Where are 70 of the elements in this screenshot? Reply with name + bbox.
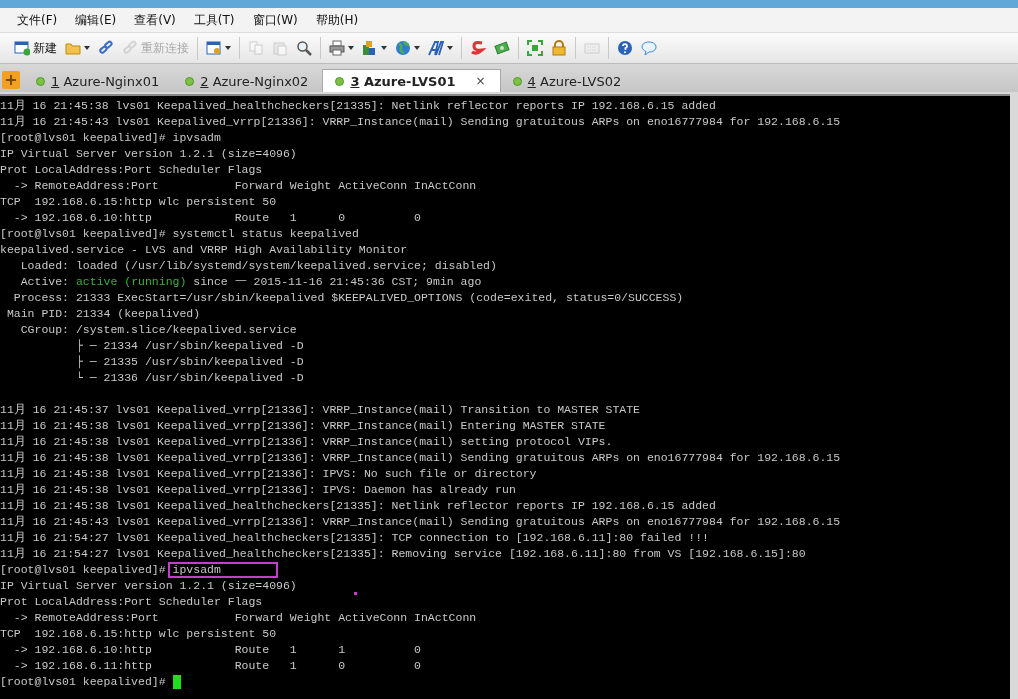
caret-icon	[447, 46, 453, 50]
session-tab[interactable]: 4 Azure-LVS02	[500, 70, 636, 92]
printer-icon	[329, 40, 345, 56]
status-dot	[36, 76, 45, 86]
terminal-line: IP Virtual Server version 1.2.1 (size=4096)	[0, 578, 297, 594]
terminal-line: 11月 16 21:45:43 lvs01 Keepalived_vrrp[21336]: VRRP_Instance(mail) Sending gratuitous ARPs on eno16777984 for 192.168.6.15	[0, 114, 841, 130]
globe-icon	[395, 40, 411, 56]
terminal-line: 11月 16 21:45:43 lvs01 Keepalived_vrrp[21336]: VRRP_Instance(mail) Sending gratuitous ARPs on eno16777984 for 192.168.6.15	[0, 514, 841, 530]
link-icon	[122, 40, 138, 56]
cursor	[172, 675, 181, 689]
toolbar-button[interactable]: 新建	[11, 36, 60, 60]
new-window-icon	[14, 40, 30, 56]
menu-item[interactable]: 查看(V)	[125, 9, 185, 31]
properties-icon	[206, 40, 222, 56]
font-icon	[428, 40, 444, 56]
color-blocks-icon	[362, 40, 378, 56]
terminal-line: └ ─ 21336 /usr/sbin/keepalived -D	[74, 370, 304, 386]
status-dot	[185, 76, 195, 86]
terminal-line: -> 192.168.6.10:http Route 1 0 0	[12, 210, 421, 226]
terminal-line: 11月 16 21:45:38 lvs01 Keepalived_healthcheckers[21335]: Netlink reflector reports IP 192.168.6.15 added	[0, 498, 716, 514]
terminal-line: Process: 21333 ExecStart=/usr/sbin/keepalived $KEEPALIVED_OPTIONS (code=exited, status=0/SUCCESS)	[12, 290, 684, 306]
terminal-line: 11月 16 21:54:27 lvs01 Keepalived_healthcheckers[21335]: TCP connection to [192.168.6.11]:80 failed !!!	[0, 530, 709, 546]
terminal-line: TCP 192.168.6.15:http wlc persistent 50	[0, 194, 277, 210]
menu-item[interactable]: 窗口(W)	[243, 9, 307, 31]
fullscreen-icon[interactable]	[524, 37, 546, 59]
caret-icon	[348, 46, 354, 50]
terminal-line: ├ ─ 21335 /usr/sbin/keepalived -D	[74, 354, 304, 370]
terminal-line: -> RemoteAddress:Port Forward Weight ActiveConn InActConn	[12, 610, 477, 626]
caret-icon	[84, 46, 90, 50]
terminal-pane[interactable]	[0, 94, 1010, 699]
menu-item[interactable]: 编辑(E)	[66, 9, 126, 31]
terminal-line: 11月 16 21:45:38 lvs01 Keepalived_healthcheckers[21335]: Netlink reflector reports IP 192.168.6.15 added	[0, 98, 716, 114]
terminal-line: 11月 16 21:45:38 lvs01 Keepalived_vrrp[21336]: VRRP_Instance(mail) setting protocol VIPs.	[0, 434, 613, 450]
terminal-line: IP Virtual Server version 1.2.1 (size=4096)	[0, 146, 297, 162]
caret-icon	[225, 46, 231, 50]
terminal-line: keepalived.service - LVS and VRRP High Availability Monitor	[0, 242, 408, 258]
terminal-line: ├ ─ 21334 /usr/sbin/keepalived -D	[74, 338, 304, 354]
menu-item[interactable]: 帮助(H)	[306, 9, 368, 31]
terminal-line: [root@lvs01 keepalived]# ipvsadm	[0, 562, 221, 578]
terminal-line: [root@lvs01 keepalived]#	[0, 674, 167, 690]
terminal-line: Main PID: 21334 (keepalived)	[5, 306, 201, 322]
dropdown-button[interactable]	[326, 37, 357, 59]
terminal-line: [root@lvs01 keepalived]# systemctl status keepalived	[0, 226, 359, 242]
caret-icon	[381, 46, 387, 50]
session-tab[interactable]: 2 Azure-Nginx02	[173, 70, 323, 92]
terminal-line: 11月 16 21:45:37 lvs01 Keepalived_vrrp[21336]: VRRP_Instance(mail) Transition to MASTER STATE	[0, 402, 640, 418]
status-dot	[512, 76, 522, 86]
terminal-line: 11月 16 21:45:38 lvs01 Keepalived_vrrp[21336]: IPVS: Daemon has already run	[0, 482, 516, 498]
terminal-line: [root@lvs01 keepalived]# ipvsadm	[0, 130, 221, 146]
folder-icon	[65, 40, 81, 56]
menu-item[interactable]: 工具(T)	[184, 9, 244, 31]
terminal-line: Prot LocalAddress:Port Scheduler Flags	[0, 162, 263, 178]
terminal-line: 11月 16 21:54:27 lvs01 Keepalived_healthcheckers[21335]: Removing service [192.168.6.11]:80 from VS [192.168.6.15]:80	[0, 546, 806, 562]
status-dot	[335, 76, 345, 86]
session-tab[interactable]: 1 Azure-Nginx01	[24, 70, 174, 92]
terminal-line: TCP 192.168.6.15:http wlc persistent 50	[0, 626, 277, 642]
terminal-line: -> RemoteAddress:Port Forward Weight ActiveConn InActConn	[12, 178, 477, 194]
terminal-line: Active: active (running) since 一 2015-11-16 21:45:36 CST; 9min ago	[19, 274, 482, 290]
caret-icon	[414, 46, 420, 50]
session-tab[interactable]: 3 Azure-LVS01 ×	[322, 69, 501, 92]
terminal-line: Prot LocalAddress:Port Scheduler Flags	[0, 594, 263, 610]
terminal-line: CGroup: /system.slice/keepalived.service	[19, 322, 297, 338]
new-tab-icon[interactable]	[2, 71, 20, 89]
terminal-line: 11月 16 21:45:38 lvs01 Keepalived_vrrp[21336]: VRRP_Instance(mail) Entering MASTER STATE	[0, 418, 606, 434]
terminal-line: -> 192.168.6.11:http Route 1 0 0	[12, 658, 421, 674]
terminal-line: -> 192.168.6.10:http Route 1 1 0	[12, 642, 421, 658]
terminal-line: Loaded: loaded (/usr/lib/systemd/system/keepalived.service; disabled)	[19, 258, 497, 274]
terminal-line: 11月 16 21:45:38 lvs01 Keepalived_vrrp[21336]: VRRP_Instance(mail) Sending gratuitous ARPs on eno16777984 for 192.168.6.15	[0, 450, 841, 466]
menu-item[interactable]: 文件(F)	[8, 9, 67, 31]
terminal-line: 11月 16 21:45:38 lvs01 Keepalived_vrrp[21336]: IPVS: No such file or directory	[0, 466, 537, 482]
